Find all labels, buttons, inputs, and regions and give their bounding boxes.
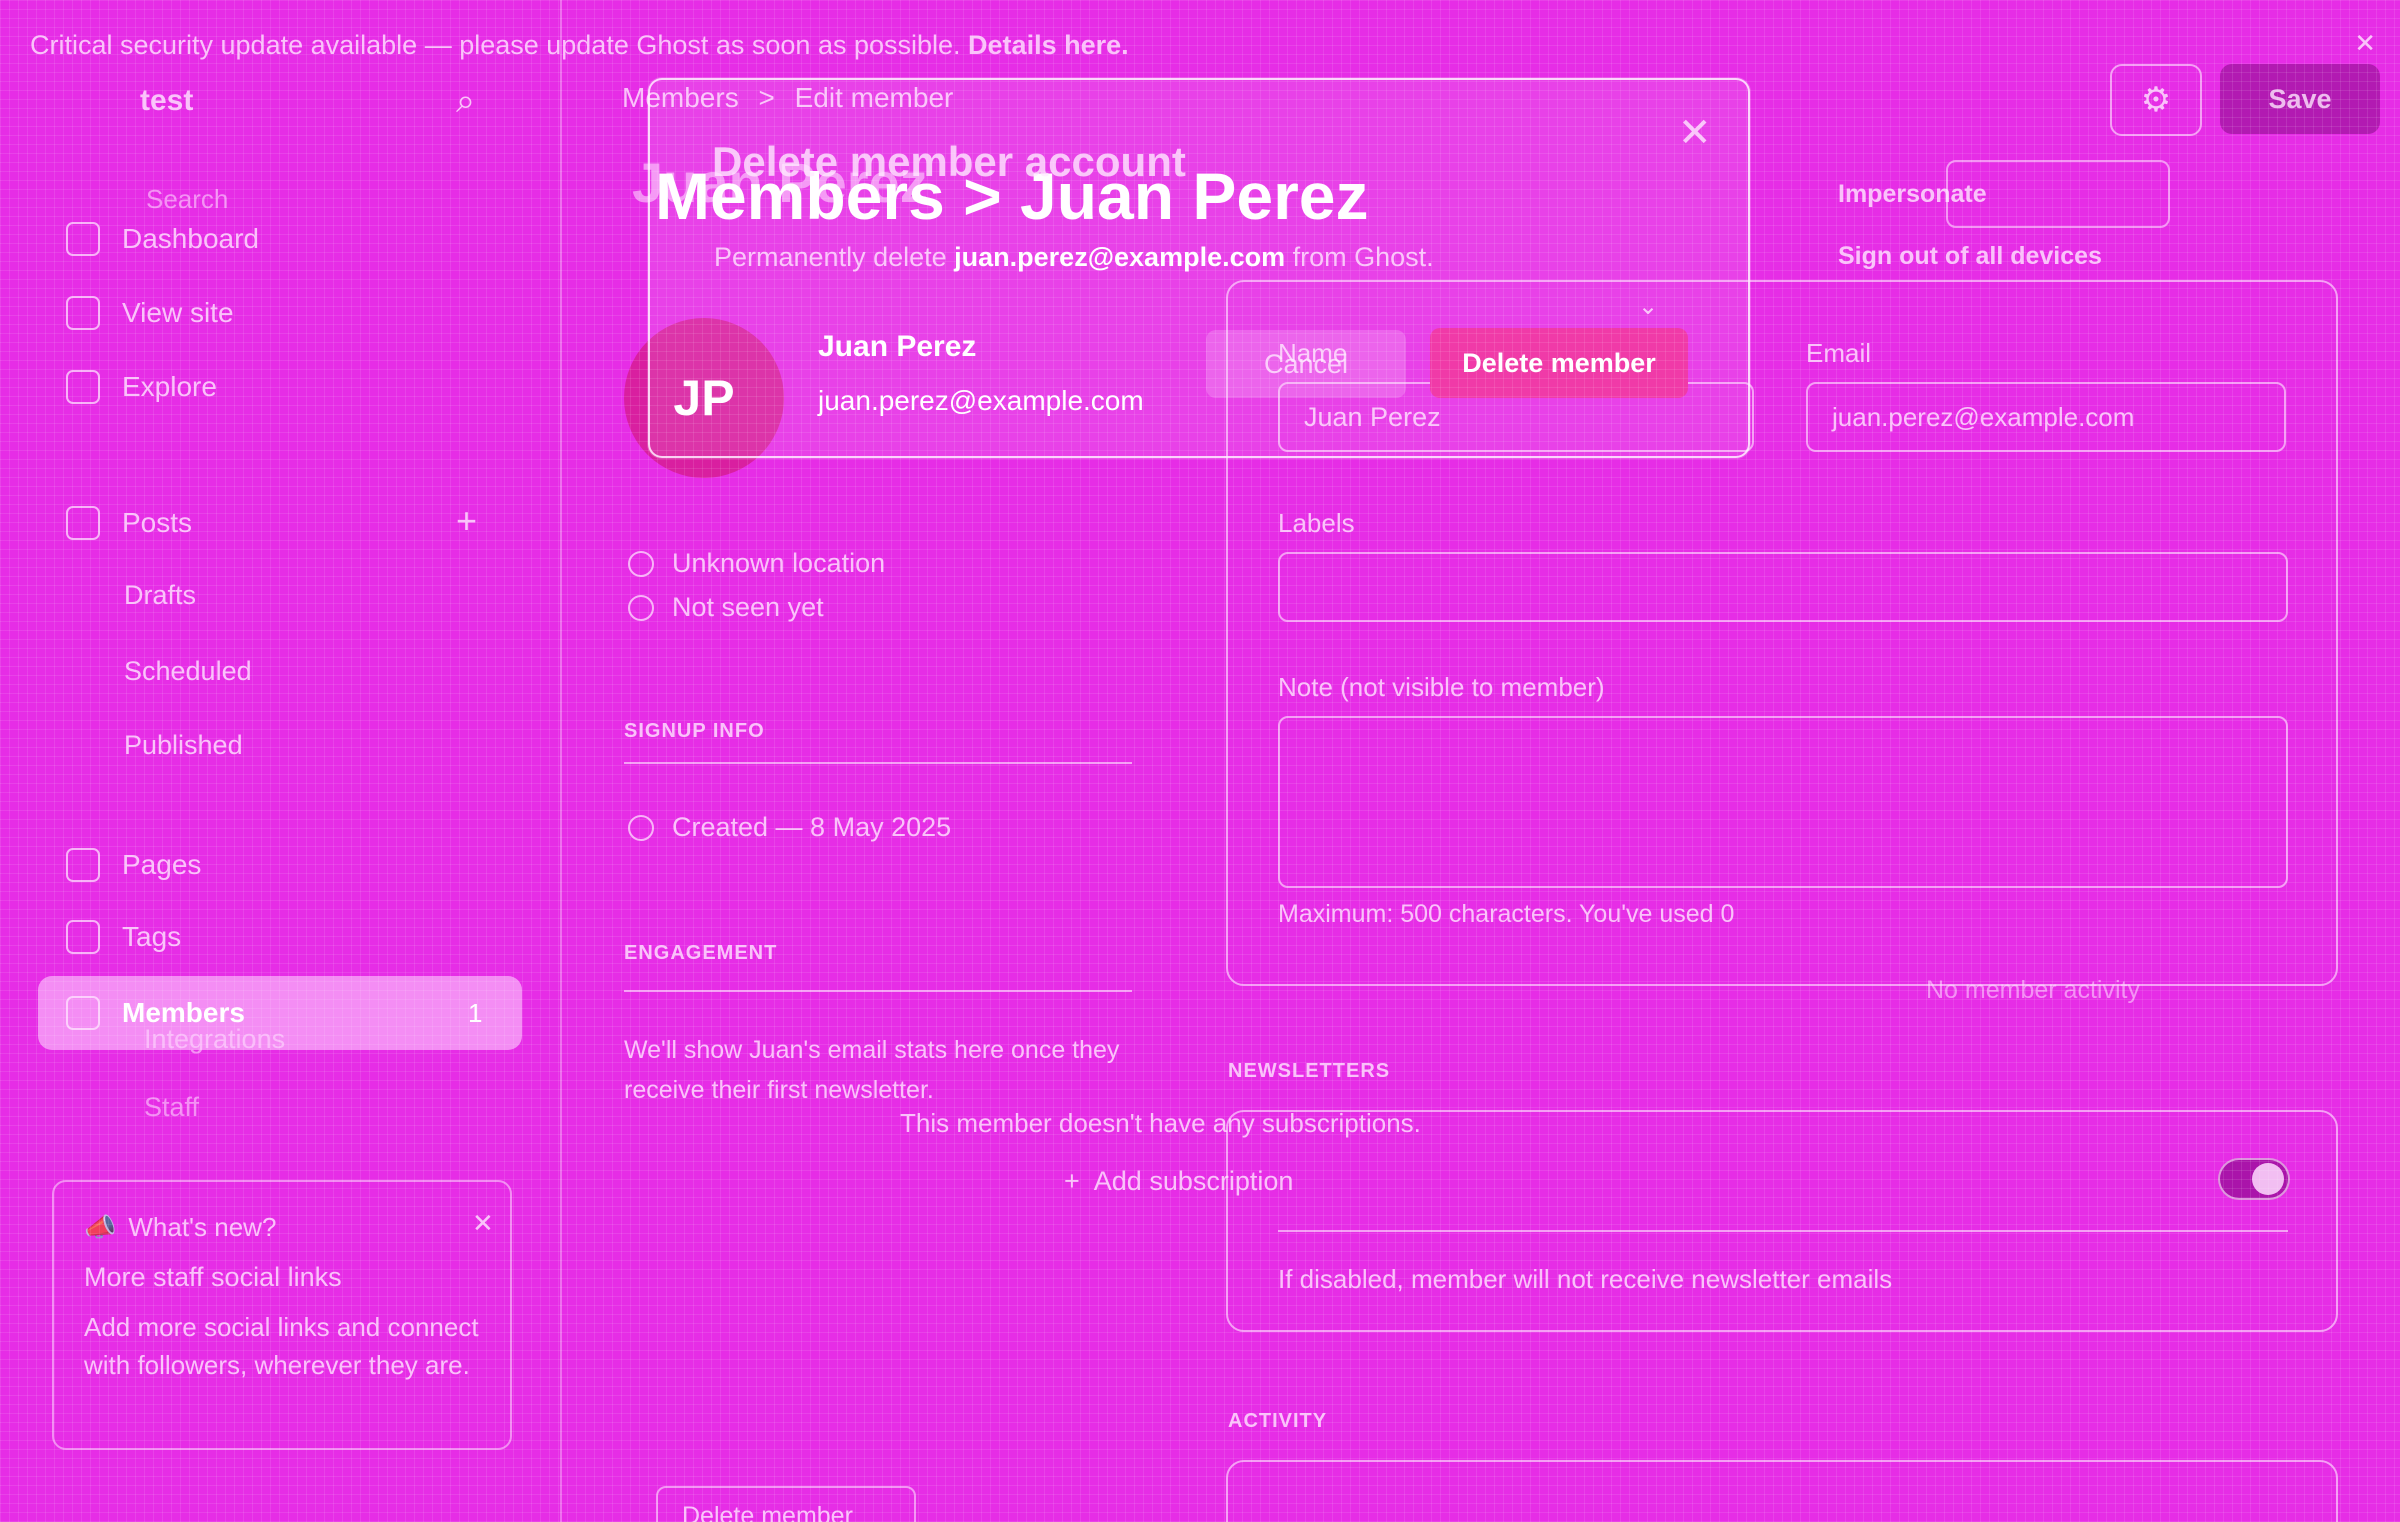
delete-member-button[interactable]: Delete member xyxy=(656,1486,916,1522)
settings-button[interactable]: ⚙ xyxy=(2110,64,2202,136)
user-icon xyxy=(628,814,654,841)
tag-icon xyxy=(66,920,100,954)
signup-info-label: SIGNUP INFO xyxy=(624,720,765,742)
sign-out-all-devices[interactable]: Sign out of all devices xyxy=(1838,242,2102,271)
confirm-delete-button[interactable]: Delete member xyxy=(1430,328,1688,398)
signup-divider xyxy=(624,762,1132,764)
compass-icon xyxy=(66,370,100,404)
chevron-down-icon: ⌄ xyxy=(1638,293,1659,320)
engagement-label: ENGAGEMENT xyxy=(624,942,778,964)
sidebar-item-scheduled[interactable]: Scheduled xyxy=(124,656,252,687)
activity-empty: No member activity xyxy=(1926,976,2140,1004)
members-icon xyxy=(66,996,100,1030)
note-label: Note (not visible to member) xyxy=(1278,672,1605,702)
email-field[interactable]: juan.perez@example.com xyxy=(1806,382,2286,452)
newsletters-card xyxy=(1226,1110,2338,1332)
sidebar-item-staff[interactable]: Staff xyxy=(144,1092,199,1123)
whats-new-card: 📣 What's new? ✕ More staff social links … xyxy=(52,1180,512,1450)
search-input[interactable]: Search xyxy=(66,178,526,224)
close-icon[interactable]: ✕ xyxy=(472,1208,494,1239)
activity-card xyxy=(1226,1460,2338,1522)
newsletter-toggle[interactable] xyxy=(2218,1158,2290,1200)
engagement-divider xyxy=(624,990,1132,992)
save-button[interactable]: Save xyxy=(2220,64,2380,134)
sidebar-item-drafts[interactable]: Drafts xyxy=(124,580,196,611)
sidebar-item-dashboard[interactable]: Dashboard xyxy=(66,222,259,256)
sidebar: test ⌕ Search Dashboard View site Explor… xyxy=(0,0,560,1522)
whats-new-headline[interactable]: More staff social links xyxy=(84,1262,342,1293)
labels-field[interactable] xyxy=(1278,552,2288,622)
newsletters-hint: If disabled, member will not receive new… xyxy=(1278,1264,1893,1294)
created-row: Created — 8 May 2025 xyxy=(628,812,951,843)
site-name[interactable]: test xyxy=(140,84,193,118)
email-value: juan.perez@example.com xyxy=(1832,402,2135,432)
search-icon[interactable]: ⌕ xyxy=(456,82,475,121)
sidebar-divider xyxy=(560,0,562,1522)
members-count-badge: 1 xyxy=(468,998,483,1028)
gear-icon: ⚙ xyxy=(2140,81,2172,119)
labels-label: Labels xyxy=(1278,508,1355,538)
posts-icon xyxy=(66,506,100,540)
globe-icon xyxy=(66,296,100,330)
note-hint: Maximum: 500 characters. You've used 0 xyxy=(1278,900,1735,928)
pages-icon xyxy=(66,848,100,882)
sidebar-item-explore[interactable]: Explore xyxy=(66,370,217,404)
modal-desc-prefix: Permanently delete xyxy=(714,242,947,272)
sidebar-item-published[interactable]: Published xyxy=(124,730,243,761)
modal-close-icon[interactable]: ✕ xyxy=(1678,110,1712,156)
newsletters-divider xyxy=(1278,1230,2288,1232)
note-textarea[interactable] xyxy=(1278,716,2288,888)
location-icon xyxy=(628,550,654,577)
sidebar-item-integrations[interactable]: Integrations xyxy=(144,1024,285,1055)
email-label: Email xyxy=(1806,338,1872,368)
dashboard-icon xyxy=(66,222,100,256)
eye-icon xyxy=(628,594,654,621)
cancel-button[interactable]: Cancel xyxy=(1206,330,1406,398)
modal-title: Delete member account xyxy=(712,138,1186,185)
new-post-plus-icon[interactable]: + xyxy=(456,500,477,542)
modal-description: Permanently delete juan.perez@example.co… xyxy=(714,242,1434,273)
sidebar-item-tags[interactable]: Tags xyxy=(66,920,181,954)
megaphone-icon: 📣 xyxy=(84,1212,117,1242)
banner-link[interactable]: Details here. xyxy=(968,30,1129,60)
engagement-text: We'll show Juan's email stats here once … xyxy=(624,1036,1120,1104)
modal-desc-email: juan.perez@example.com xyxy=(954,242,1286,272)
banner-close-icon[interactable]: ✕ xyxy=(2354,28,2376,59)
activity-label: ACTIVITY xyxy=(1228,1410,1328,1432)
sidebar-item-posts[interactable]: Posts xyxy=(66,506,192,540)
plus-icon: + xyxy=(1064,1166,1080,1196)
impersonate-link-field[interactable] xyxy=(1946,160,2170,228)
modal-desc-suffix: from Ghost. xyxy=(1292,242,1434,272)
location-row: Unknown location xyxy=(628,548,885,579)
whats-new-body: Add more social links and connect with f… xyxy=(84,1312,479,1380)
whats-new-title: What's new? xyxy=(128,1212,277,1242)
sidebar-item-pages[interactable]: Pages xyxy=(66,848,201,882)
sidebar-item-view-site[interactable]: View site xyxy=(66,296,234,330)
newsletters-label: NEWSLETTERS xyxy=(1228,1060,1391,1082)
last-seen-row: Not seen yet xyxy=(628,592,824,623)
